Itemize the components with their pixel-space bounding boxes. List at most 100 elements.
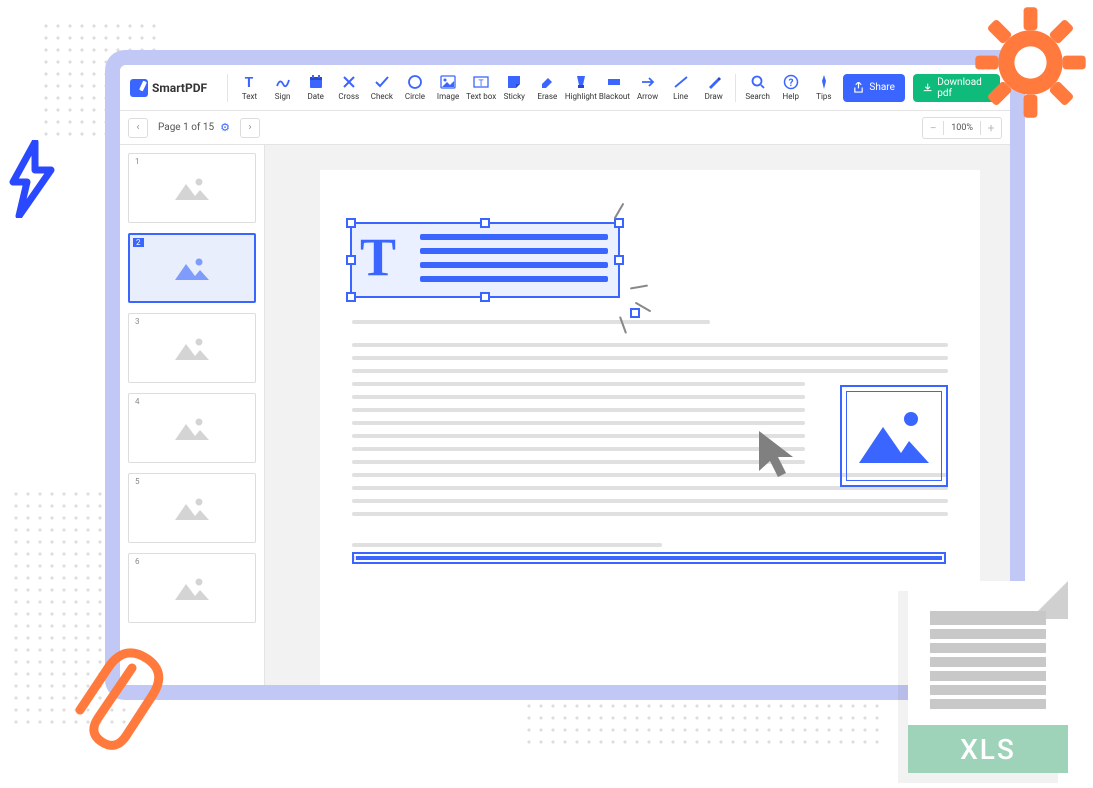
- resize-handle-n[interactable]: [480, 218, 490, 228]
- canvas-area[interactable]: T: [265, 145, 1010, 685]
- tool-label: Sticky: [504, 92, 525, 101]
- tool-label: Highlight: [565, 92, 597, 101]
- thumb-number: 6: [132, 557, 143, 566]
- page-thumbnail-3[interactable]: 3: [128, 313, 256, 383]
- sticky-icon: [506, 74, 522, 90]
- page-thumbnail-4[interactable]: 4: [128, 393, 256, 463]
- app-name: SmartPDF: [152, 81, 207, 95]
- app-logo[interactable]: SmartPDF: [130, 79, 207, 97]
- app-window-frame: SmartPDF T Text Sign Date Cross Check CircleIm…: [105, 50, 1025, 700]
- tool-line-button[interactable]: Line: [665, 74, 696, 101]
- tool-label: Arrow: [637, 92, 658, 101]
- tool-label: Date: [307, 92, 323, 101]
- body-text-line: [352, 421, 805, 425]
- spark-decor: [614, 203, 625, 220]
- paperclip-icon: [70, 648, 165, 768]
- image-icon: [173, 254, 211, 282]
- zoom-value: 100%: [944, 123, 980, 133]
- tool-circle-button[interactable]: Circle: [399, 74, 430, 101]
- resize-handle-ne[interactable]: [614, 218, 624, 228]
- utility-help-button[interactable]: ?Help: [775, 74, 806, 101]
- body-text-line: [352, 343, 948, 347]
- lightning-bolt-icon: [5, 140, 59, 218]
- body-text-line: [352, 512, 948, 516]
- utility-tips-button[interactable]: Tips: [808, 74, 839, 101]
- tool-check-button[interactable]: Check: [366, 74, 397, 101]
- content-area: 1 2 3 4 5 6 T: [120, 145, 1010, 685]
- body-text-line: [352, 382, 805, 386]
- xls-badge: XLS: [908, 725, 1068, 773]
- prev-page-button[interactable]: ‹: [128, 118, 148, 138]
- resize-handle-w[interactable]: [346, 255, 356, 265]
- tool-sticky-button[interactable]: Sticky: [499, 74, 530, 101]
- spreadsheet-glyph: [930, 611, 1046, 713]
- arrow-icon: [640, 74, 656, 90]
- tool-sign-button[interactable]: Sign: [267, 74, 298, 101]
- page-indicator: Page 1 of 15 ⚙: [158, 121, 230, 134]
- page-thumbnail-5[interactable]: 5: [128, 473, 256, 543]
- svg-text:T: T: [245, 75, 254, 90]
- page-thumbnail-2[interactable]: 2: [128, 233, 256, 303]
- body-text-line: [352, 499, 948, 503]
- share-icon: [853, 82, 864, 93]
- svg-text:T: T: [478, 79, 484, 89]
- tool-highlight-button[interactable]: Highlight: [565, 74, 597, 101]
- document-page[interactable]: T: [320, 170, 980, 685]
- tool-label: Erase: [537, 92, 557, 101]
- zoom-in-button[interactable]: +: [981, 121, 1001, 135]
- tool-label: Help: [783, 92, 799, 101]
- tool-image-button[interactable]: Image: [433, 74, 464, 101]
- body-text-line: [352, 356, 948, 360]
- thumbnail-sidebar: 1 2 3 4 5 6: [120, 145, 265, 685]
- share-button[interactable]: Share: [843, 74, 904, 102]
- tool-label: Sign: [275, 92, 291, 101]
- gear-icon: [973, 5, 1088, 120]
- next-page-button[interactable]: ›: [240, 118, 260, 138]
- resize-handle-sw[interactable]: [346, 292, 356, 302]
- body-text-line: [352, 408, 805, 412]
- T-icon: T: [241, 74, 257, 90]
- page-settings-icon[interactable]: ⚙: [220, 121, 230, 134]
- image-icon: [173, 574, 211, 602]
- tool-date-button[interactable]: Date: [300, 74, 331, 101]
- main-toolbar: SmartPDF T Text Sign Date Cross Check CircleIm…: [120, 65, 1010, 111]
- tool-draw-button[interactable]: Draw: [698, 74, 729, 101]
- image-icon: [855, 405, 933, 467]
- resize-handle-se[interactable]: [630, 308, 640, 318]
- erase-icon: [539, 74, 555, 90]
- thumb-number: 5: [132, 477, 143, 486]
- body-text-line: [352, 543, 662, 547]
- zoom-out-button[interactable]: −: [923, 121, 943, 135]
- image-icon: [173, 414, 211, 442]
- sign-icon: [275, 74, 291, 90]
- tool-label: Line: [673, 92, 688, 101]
- resize-handle-e[interactable]: [614, 255, 624, 265]
- tool-text-box-button[interactable]: TText box: [466, 74, 497, 101]
- tips-icon: [816, 74, 832, 90]
- separator: [735, 74, 736, 102]
- tool-arrow-button[interactable]: Arrow: [632, 74, 663, 101]
- tool-cross-button[interactable]: Cross: [333, 74, 364, 101]
- tool-label: Blackout: [599, 92, 630, 101]
- utility-search-button[interactable]: Search: [742, 74, 773, 101]
- resize-handle-nw[interactable]: [346, 218, 356, 228]
- body-text-line: [352, 369, 948, 373]
- tool-label: Check: [371, 92, 393, 101]
- textbox-icon: T: [473, 74, 489, 90]
- share-label: Share: [869, 82, 894, 93]
- tool-label: Text: [242, 92, 257, 101]
- body-text-line: [352, 434, 805, 438]
- resize-handle-s[interactable]: [480, 292, 490, 302]
- image-placeholder[interactable]: [840, 385, 948, 487]
- circle-icon: [407, 74, 423, 90]
- check-icon: [374, 74, 390, 90]
- selected-text-box[interactable]: T: [350, 222, 620, 298]
- draw-icon: [706, 74, 722, 90]
- selected-line[interactable]: [352, 552, 946, 564]
- tool-text-button[interactable]: T Text: [234, 74, 265, 101]
- tool-erase-button[interactable]: Erase: [532, 74, 563, 101]
- line-icon: [673, 74, 689, 90]
- page-thumbnail-1[interactable]: 1: [128, 153, 256, 223]
- page-thumbnail-6[interactable]: 6: [128, 553, 256, 623]
- tool-blackout-button[interactable]: Blackout: [599, 74, 630, 101]
